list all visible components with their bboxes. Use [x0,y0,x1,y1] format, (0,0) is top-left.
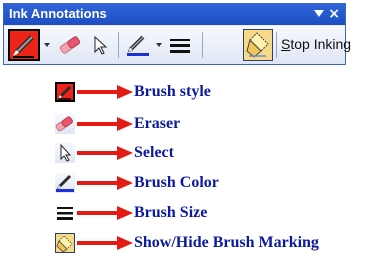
eraser-icon [59,36,81,54]
toolbar-options-dropdown-icon[interactable] [314,10,324,17]
pen-icon [13,35,34,58]
legend-label: Select [134,144,174,161]
brush-style-button[interactable] [8,29,40,61]
highlighter-icon [246,32,269,58]
toolbar-tools: Stop Inking [4,26,351,64]
legend-label: Eraser [134,115,181,132]
toolbar-separator [118,32,119,58]
pointer-arrow-icon [77,117,133,131]
ink-annotations-toolbar: Ink Annotations × Stop Inking [3,3,351,65]
brush-color-icon [55,173,75,193]
show-hide-brush-marking-icon [55,233,75,253]
brush-size-icon [55,203,75,223]
stop-inking-hotkey: S [281,36,291,52]
brush-color-dropdown-icon[interactable] [156,43,162,47]
pointer-arrow-icon [77,236,133,250]
legend-label: Brush Size [134,204,208,221]
cursor-arrow-icon [94,35,108,55]
eraser-icon [55,114,75,134]
legend-label: Brush Color [134,174,219,191]
pointer-arrow-icon [77,206,133,220]
brush-size-button[interactable] [167,35,193,55]
toolbar-titlebar[interactable]: Ink Annotations × [4,4,345,25]
legend-row-select: Select [0,141,381,165]
pointer-arrow-icon [77,146,133,160]
stop-inking-button[interactable]: Stop Inking [281,36,351,52]
line-weight-icon [170,39,190,53]
stop-inking-label: top Inking [290,36,352,52]
pointer-arrow-icon [77,85,133,99]
legend-row-eraser: Eraser [0,112,381,136]
toolbar-separator [276,32,277,58]
brush-color-button[interactable] [125,33,151,57]
select-icon [55,143,75,163]
show-hide-brush-marking-button[interactable] [243,29,273,61]
brush-color-pen-icon [127,35,149,56]
legend-label: Show/Hide Brush Marking [134,234,319,251]
close-icon[interactable]: × [328,5,340,23]
legend-row-brush-color: Brush Color [0,171,381,195]
toolbar-separator [202,32,203,58]
toolbar-title: Ink Annotations [9,6,107,21]
legend-label: Brush style [134,83,211,100]
select-button[interactable] [89,34,111,56]
eraser-button[interactable] [57,34,83,56]
pointer-arrow-icon [77,176,133,190]
legend-row-brush-style: Brush style [0,80,381,104]
legend-row-brush-size: Brush Size [0,201,381,225]
brush-style-dropdown-icon[interactable] [44,43,50,47]
legend-row-show-hide-brush-marking: Show/Hide Brush Marking [0,231,381,255]
brush-style-icon [55,82,75,102]
